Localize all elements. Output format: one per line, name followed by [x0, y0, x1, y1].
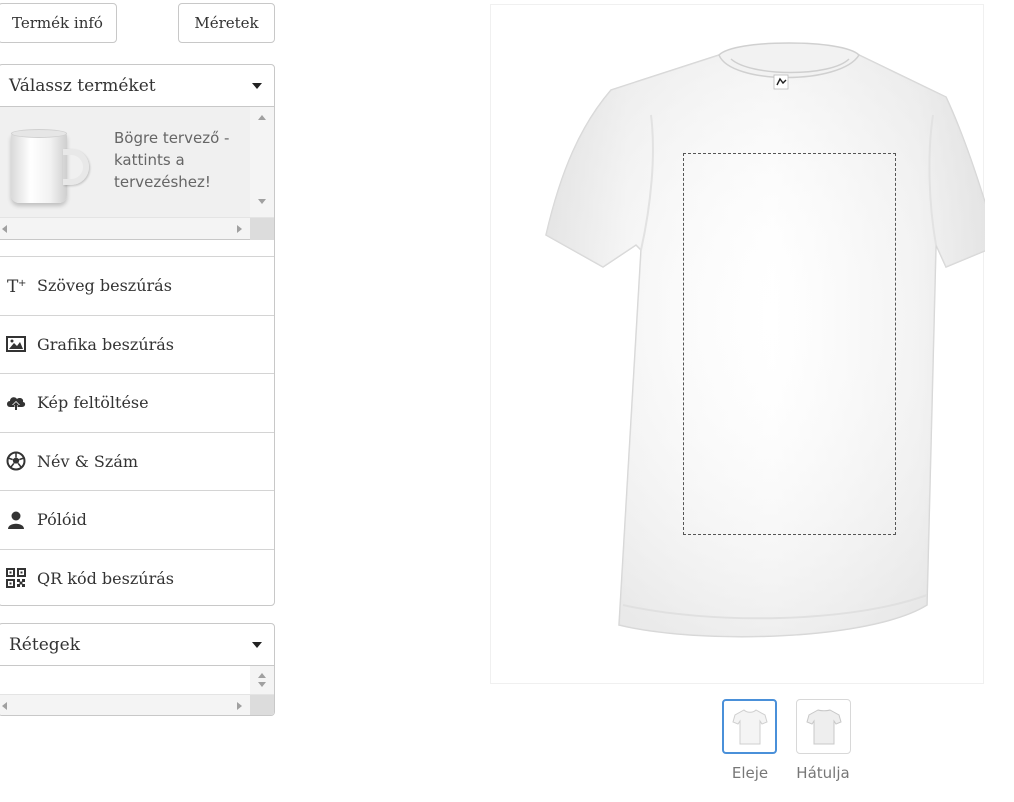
layers-horizontal-scrollbar[interactable] [0, 694, 274, 715]
product-select-dropdown[interactable]: Válassz terméket [0, 65, 274, 107]
layers-panel: Rétegek [0, 623, 275, 716]
layers-dropdown[interactable]: Rétegek [0, 624, 274, 666]
tool-name-number[interactable]: Név & Szám [0, 431, 274, 491]
layers-label: Rétegek [9, 634, 80, 655]
product-item-label: Bögre tervező - kattints a tervezéshez! [114, 129, 230, 191]
view-thumbnail-front[interactable] [722, 699, 777, 754]
qr-code-icon [5, 567, 27, 589]
tool-list: T + Szöveg beszúrás Grafika beszúrás Kép … [0, 240, 274, 606]
image-icon [5, 333, 27, 355]
tool-label: QR kód beszúrás [37, 568, 174, 588]
text-insert-icon: T + [5, 275, 27, 297]
tool-label: Kép feltöltése [37, 393, 149, 413]
tool-label: Név & Szám [37, 451, 139, 471]
product-info-button[interactable]: Termék infó [0, 3, 117, 43]
product-panel: Válassz terméket Bögre tervező - kattint… [0, 64, 275, 606]
tool-insert-graphic[interactable]: Grafika beszúrás [0, 314, 274, 374]
scroll-up-icon[interactable] [258, 673, 266, 678]
tshirt-back-thumbnail-icon [805, 708, 842, 744]
chevron-down-icon[interactable] [252, 641, 262, 648]
user-icon [5, 509, 27, 531]
printable-area-boundary[interactable] [683, 153, 896, 535]
chevron-down-icon[interactable] [252, 82, 262, 89]
tool-label: Szöveg beszúrás [37, 276, 172, 296]
product-select-label: Válassz terméket [9, 75, 156, 96]
product-item-mug[interactable]: Bögre tervező - kattints a tervezéshez! [7, 115, 247, 215]
product-list: Bögre tervező - kattints a tervezéshez! [0, 107, 274, 240]
cloud-upload-icon [5, 392, 27, 414]
tool-insert-text[interactable]: T + Szöveg beszúrás [0, 256, 274, 315]
view-thumbnail-back[interactable] [796, 699, 851, 754]
scroll-up-icon[interactable] [258, 115, 266, 120]
tool-label: Grafika beszúrás [37, 334, 175, 354]
scroll-down-icon[interactable] [258, 682, 266, 687]
sizes-button[interactable]: Méretek [178, 3, 275, 43]
tool-my-shirts[interactable]: Pólóid [0, 490, 274, 549]
scrollbar-corner [250, 218, 274, 240]
scroll-right-icon[interactable] [237, 702, 242, 710]
scrollbar-corner [250, 695, 274, 715]
scroll-down-icon[interactable] [258, 199, 266, 204]
scroll-right-icon[interactable] [237, 225, 242, 233]
tool-upload-image[interactable]: Kép feltöltése [0, 373, 274, 432]
tshirt-front-thumbnail-icon [731, 708, 768, 744]
view-label-back[interactable]: Hátulja [790, 764, 856, 782]
tool-label: Pólóid [37, 510, 87, 530]
svg-text:+: + [18, 278, 26, 289]
tool-insert-qr[interactable]: QR kód beszúrás [0, 548, 274, 606]
scroll-left-icon[interactable] [2, 702, 7, 710]
scroll-left-icon[interactable] [2, 225, 7, 233]
product-list-horizontal-scrollbar[interactable] [0, 217, 274, 240]
layers-list [0, 666, 274, 715]
view-label-front[interactable]: Eleje [724, 764, 776, 782]
mug-icon [7, 123, 89, 213]
soccer-ball-icon [5, 450, 27, 472]
